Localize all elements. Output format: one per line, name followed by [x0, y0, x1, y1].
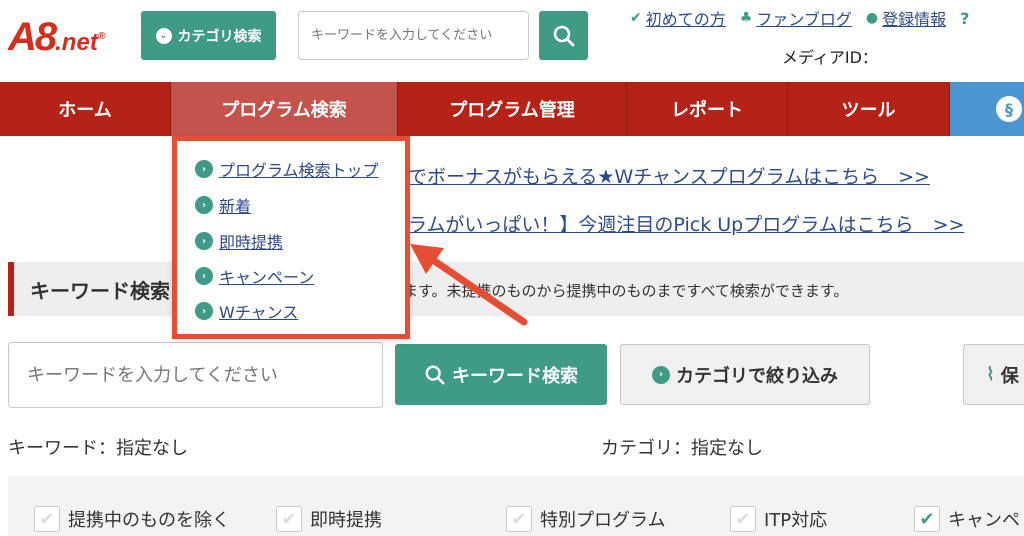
- user-icon: ●: [865, 10, 879, 26]
- chevron-circle-icon: ›: [195, 160, 213, 178]
- category-filter-button[interactable]: › カテゴリで絞り込み: [620, 344, 870, 405]
- checkbox-icon: ✔: [730, 506, 756, 532]
- category-search-label: カテゴリ検索: [177, 28, 262, 45]
- filter-instant[interactable]: ✔ 即時提携: [276, 506, 382, 532]
- leaf-icon: ✔: [630, 10, 642, 26]
- dropdown-item-instant[interactable]: › 即時提携: [195, 229, 283, 253]
- nav-tools[interactable]: ツール: [788, 82, 950, 136]
- annotation-arrow: [410, 244, 528, 326]
- category-condition: カテゴリ：指定なし: [601, 438, 763, 459]
- filter-special[interactable]: ✔ 特別プログラム: [506, 506, 665, 532]
- dropdown-item-new[interactable]: › 新着: [195, 193, 251, 217]
- header-search-button[interactable]: [539, 11, 588, 60]
- save-condition-button[interactable]: ⌇ 保: [963, 344, 1024, 405]
- people-icon: ♣: [739, 10, 753, 26]
- filter-campaign[interactable]: ✔ キャンペ: [914, 506, 1020, 532]
- dropdown-item-top[interactable]: › プログラム検索トップ: [195, 157, 379, 181]
- chevron-circle-icon: ›: [195, 196, 213, 214]
- nav-extra[interactable]: §: [950, 82, 1024, 136]
- keyword-input[interactable]: [8, 342, 383, 408]
- chevron-circle-icon: ›: [195, 232, 213, 250]
- chevron-circle-icon: ›: [652, 365, 670, 384]
- chevron-circle-icon: ›: [195, 302, 213, 320]
- link-beginners[interactable]: ✔ 初めての方: [630, 6, 726, 30]
- header-keyword-input[interactable]: [298, 11, 529, 60]
- filter-exclude-affiliated[interactable]: ✔ 提携中のものを除く: [34, 506, 230, 532]
- media-id-label: メディアID：: [782, 48, 878, 67]
- a8-logo[interactable]: A8.net®: [8, 14, 128, 64]
- help-icon: ?: [960, 8, 970, 28]
- checkbox-icon: ✔: [506, 506, 532, 532]
- logo-reg: ®: [97, 31, 106, 42]
- main-nav: ホーム プログラム検索 プログラム管理 レポート ツール §: [0, 82, 1024, 136]
- category-search-button[interactable]: ⌄ カテゴリ検索: [141, 11, 276, 60]
- dropdown-item-wchance[interactable]: › Wチャンス: [195, 299, 298, 323]
- keyword-condition: キーワード：指定なし: [8, 438, 188, 459]
- keyword-search-title: キーワード検索: [30, 279, 170, 303]
- link-fan-blog[interactable]: ♣ ファンブログ: [740, 6, 852, 30]
- banner-wchance[interactable]: でボーナスがもらえる★Wチャンスプログラムはこちら >>: [408, 162, 930, 189]
- nav-home[interactable]: ホーム: [0, 82, 171, 136]
- dropdown-item-campaign[interactable]: › キャンペーン: [195, 264, 314, 288]
- swirl-icon: §: [996, 96, 1022, 122]
- paperclip-icon: ⌇: [986, 364, 995, 385]
- keyword-search-button[interactable]: キーワード検索: [395, 344, 607, 405]
- link-account-info[interactable]: ● 登録情報: [866, 6, 946, 30]
- logo-main: A8: [8, 15, 57, 59]
- link-help[interactable]: ?: [960, 6, 969, 30]
- nav-program-search[interactable]: プログラム検索: [171, 82, 398, 136]
- filter-itp[interactable]: ✔ ITP対応: [730, 506, 827, 532]
- checkbox-checked-icon: ✔: [914, 506, 940, 532]
- chevron-circle-icon: ›: [195, 267, 213, 285]
- header-links: ✔ 初めての方 ♣ ファンブログ ● 登録情報 ?: [630, 6, 969, 30]
- logo-suffix: .net: [55, 29, 98, 56]
- chevron-circle-icon: ⌄: [155, 27, 172, 44]
- checkbox-icon: ✔: [276, 506, 302, 532]
- search-icon: [425, 365, 445, 385]
- search-icon: [553, 25, 574, 46]
- program-search-dropdown: › プログラム検索トップ › 新着 › 即時提携 › キャンペーン › Wチャン…: [172, 136, 410, 339]
- nav-program-management[interactable]: プログラム管理: [398, 82, 627, 136]
- checkbox-icon: ✔: [34, 506, 60, 532]
- nav-report[interactable]: レポート: [627, 82, 788, 136]
